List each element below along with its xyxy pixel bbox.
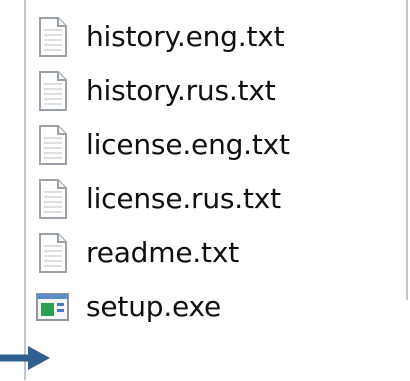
file-item-license-rus[interactable]: license.rus.txt <box>24 172 404 226</box>
file-name: history.eng.txt <box>86 20 285 53</box>
text-file-icon <box>38 179 68 219</box>
pane-edge-gap <box>404 300 410 381</box>
file-item-setup-exe[interactable]: setup.exe <box>24 280 404 334</box>
text-file-icon <box>38 17 68 57</box>
text-file-icon <box>38 71 68 111</box>
file-name: setup.exe <box>86 290 222 323</box>
file-item-readme[interactable]: readme.txt <box>24 226 404 280</box>
text-file-icon <box>38 233 68 273</box>
file-name: history.rus.txt <box>86 74 276 107</box>
file-list-screenshot: history.eng.txt history.rus.txt license.… <box>0 0 410 381</box>
file-item-history-rus[interactable]: history.rus.txt <box>24 64 404 118</box>
file-list: history.eng.txt history.rus.txt license.… <box>24 10 404 334</box>
file-name: license.eng.txt <box>86 128 290 161</box>
file-item-history-eng[interactable]: history.eng.txt <box>24 10 404 64</box>
file-name: readme.txt <box>86 236 239 269</box>
pointer-arrow-icon <box>0 344 52 372</box>
text-file-icon <box>38 125 68 165</box>
file-item-license-eng[interactable]: license.eng.txt <box>24 118 404 172</box>
executable-icon <box>36 292 70 322</box>
file-name: license.rus.txt <box>86 182 281 215</box>
